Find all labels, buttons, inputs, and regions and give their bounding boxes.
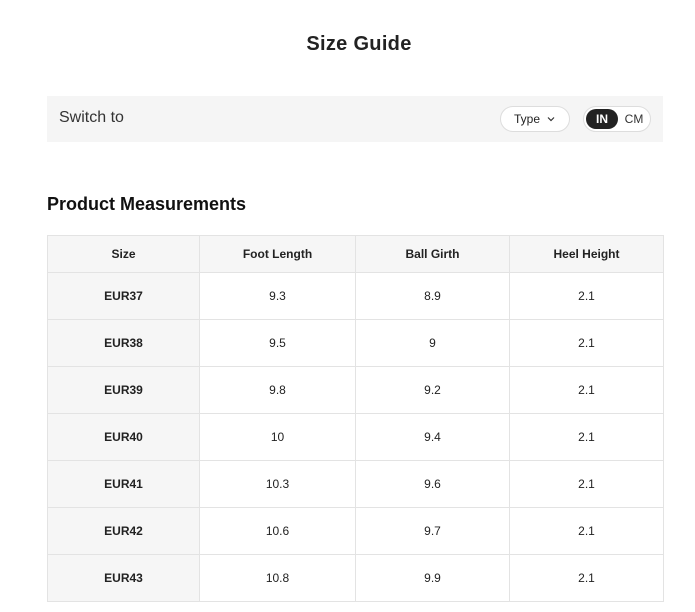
size-cell: EUR38 xyxy=(47,319,200,367)
heel-height-cell: 2.1 xyxy=(509,554,664,602)
ball-girth-cell: 9.4 xyxy=(355,413,510,461)
table-row: EUR39 9.8 9.2 2.1 xyxy=(47,366,664,414)
page-title: Size Guide xyxy=(306,33,412,55)
column-header-ball-girth: Ball Girth xyxy=(355,235,510,273)
heel-height-cell: 2.1 xyxy=(509,272,664,320)
unit-option-cm[interactable]: CM xyxy=(620,109,648,129)
type-select-value: Type xyxy=(514,112,541,126)
ball-girth-cell: 9 xyxy=(355,319,510,367)
ball-girth-cell: 9.6 xyxy=(355,460,510,508)
foot-length-cell: 10.3 xyxy=(199,460,356,508)
type-select[interactable]: Type xyxy=(500,106,570,132)
table-row: EUR41 10.3 9.6 2.1 xyxy=(47,460,664,508)
size-cell: EUR42 xyxy=(47,507,200,555)
unit-option-in[interactable]: IN xyxy=(586,109,618,129)
heel-height-cell: 2.1 xyxy=(509,507,664,555)
size-cell: EUR43 xyxy=(47,554,200,602)
table-row: EUR38 9.5 9 2.1 xyxy=(47,319,664,367)
ball-girth-cell: 9.2 xyxy=(355,366,510,414)
size-cell: EUR39 xyxy=(47,366,200,414)
table-row: EUR42 10.6 9.7 2.1 xyxy=(47,507,664,555)
column-header-size: Size xyxy=(47,235,200,273)
table-row: EUR43 10.8 9.9 2.1 xyxy=(47,554,664,602)
foot-length-cell: 9.3 xyxy=(199,272,356,320)
foot-length-cell: 9.8 xyxy=(199,366,356,414)
heel-height-cell: 2.1 xyxy=(509,366,664,414)
foot-length-cell: 10.6 xyxy=(199,507,356,555)
size-cell: EUR41 xyxy=(47,460,200,508)
unit-switch-bar: Switch to Type IN CM xyxy=(47,96,663,142)
column-header-heel-height: Heel Height xyxy=(509,235,664,273)
section-title: Product Measurements xyxy=(47,194,247,214)
table-row: EUR40 10 9.4 2.1 xyxy=(47,413,664,461)
chevron-down-icon xyxy=(547,117,555,122)
heel-height-cell: 2.1 xyxy=(509,460,664,508)
switch-to-label: Switch to xyxy=(59,109,124,126)
heel-height-cell: 2.1 xyxy=(509,319,664,367)
unit-toggle[interactable]: IN CM xyxy=(583,106,651,132)
ball-girth-cell: 9.9 xyxy=(355,554,510,602)
foot-length-cell: 10.8 xyxy=(199,554,356,602)
ball-girth-cell: 8.9 xyxy=(355,272,510,320)
size-cell: EUR40 xyxy=(47,413,200,461)
table-row: EUR37 9.3 8.9 2.1 xyxy=(47,272,664,320)
heel-height-cell: 2.1 xyxy=(509,413,664,461)
measurements-table: Size Foot Length Ball Girth Heel Height … xyxy=(47,235,664,602)
table-header-row: Size Foot Length Ball Girth Heel Height xyxy=(47,235,664,273)
foot-length-cell: 10 xyxy=(199,413,356,461)
foot-length-cell: 9.5 xyxy=(199,319,356,367)
column-header-foot-length: Foot Length xyxy=(199,235,356,273)
size-cell: EUR37 xyxy=(47,272,200,320)
ball-girth-cell: 9.7 xyxy=(355,507,510,555)
